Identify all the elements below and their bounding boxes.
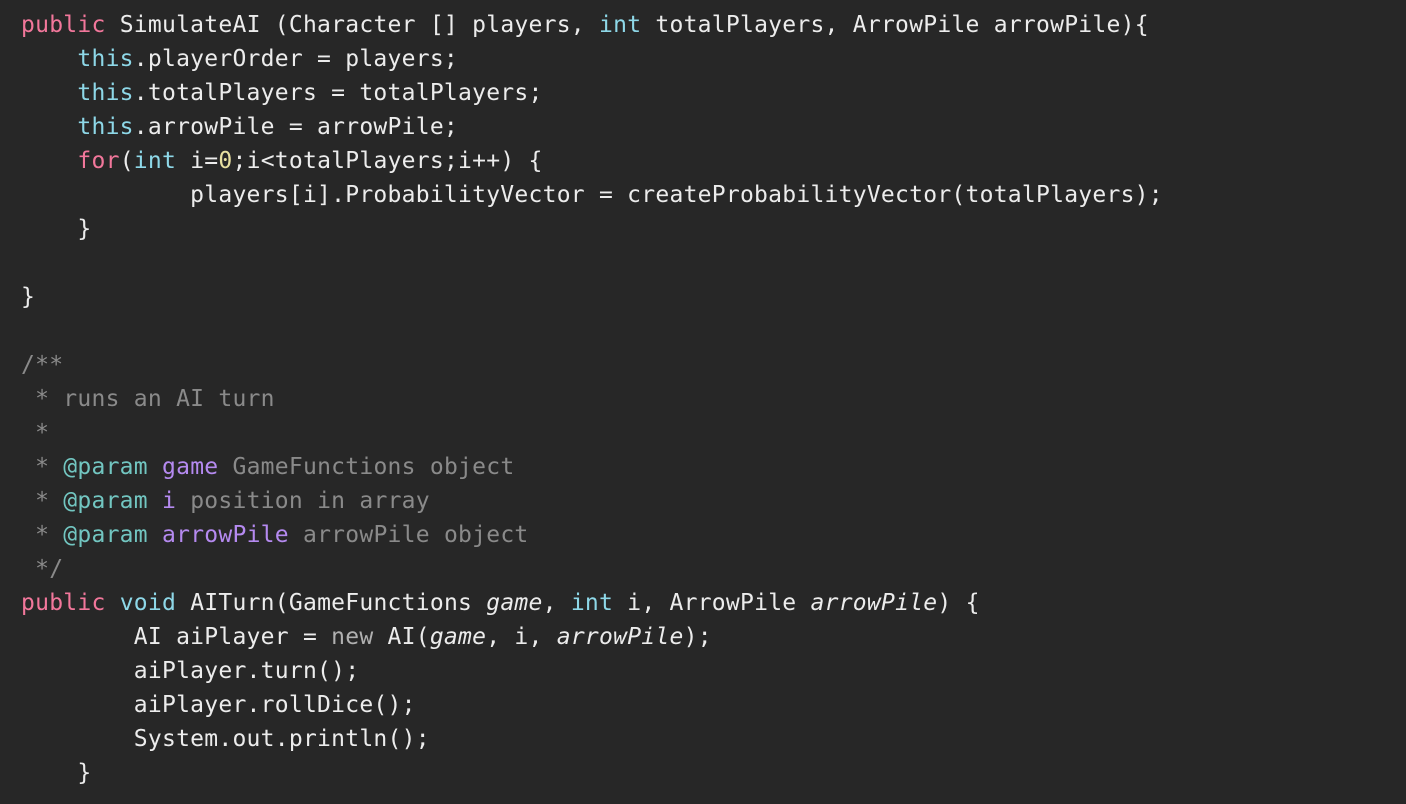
- code-line[interactable]: aiPlayer.rollDice();: [21, 688, 1163, 722]
- code-token: aiPlayer.turn();: [21, 658, 360, 684]
- code-token: * runs an AI turn: [21, 386, 275, 412]
- code-line[interactable]: */: [21, 552, 1163, 586]
- code-token: public: [21, 590, 106, 616]
- code-token: totalPlayers, ArrowPile arrowPile){: [641, 12, 1149, 38]
- code-editor[interactable]: public SimulateAI (Character [] players,…: [0, 0, 1406, 804]
- code-line[interactable]: * @param arrowPile arrowPile object: [21, 518, 1163, 552]
- code-line[interactable]: /**: [21, 348, 1163, 382]
- code-line[interactable]: }: [21, 280, 1163, 314]
- code-token: /**: [21, 352, 64, 378]
- code-token: @param: [63, 488, 148, 514]
- code-line[interactable]: this.playerOrder = players;: [21, 42, 1163, 76]
- code-line[interactable]: * runs an AI turn: [21, 382, 1163, 416]
- code-line[interactable]: [21, 246, 1163, 280]
- code-token: this: [77, 80, 134, 106]
- code-token: for: [77, 148, 120, 174]
- code-line[interactable]: for(int i=0;i<totalPlayers;i++) {: [21, 144, 1163, 178]
- code-token: int: [570, 590, 614, 616]
- code-line[interactable]: * @param i position in array: [21, 484, 1163, 518]
- code-line[interactable]: aiPlayer.turn();: [21, 654, 1163, 688]
- code-line[interactable]: AI aiPlayer = new AI(game, i, arrowPile)…: [21, 620, 1163, 654]
- code-token: }: [21, 284, 36, 310]
- code-token: int: [599, 12, 642, 38]
- code-token: aiPlayer.rollDice();: [21, 692, 416, 718]
- code-token: ) {: [937, 590, 980, 616]
- code-line[interactable]: public void AITurn(GameFunctions game, i…: [21, 586, 1163, 620]
- code-token: i=: [176, 148, 219, 174]
- code-line[interactable]: }: [21, 756, 1163, 790]
- code-token: (: [119, 148, 134, 174]
- code-token: arrowPile: [556, 624, 684, 650]
- code-token: i, ArrowPile: [613, 590, 811, 616]
- code-token: .playerOrder = players;: [133, 46, 459, 72]
- code-line[interactable]: public SimulateAI (Character [] players,…: [21, 8, 1163, 42]
- code-line[interactable]: }: [21, 212, 1163, 246]
- code-token: void: [119, 590, 177, 616]
- code-token: new: [331, 624, 374, 650]
- code-token: .totalPlayers = totalPlayers;: [133, 80, 543, 106]
- code-token: }: [21, 760, 92, 786]
- code-token: public: [21, 12, 106, 38]
- code-token: ,: [542, 590, 571, 616]
- code-token: arrowPile: [810, 590, 938, 616]
- code-token: GameFunctions object: [218, 454, 515, 480]
- code-token: @param: [63, 454, 148, 480]
- code-token: position in array: [176, 488, 430, 514]
- code-token: */: [21, 556, 64, 582]
- code-token: players[i].ProbabilityVector = createPro…: [21, 182, 1163, 208]
- code-token: int: [133, 148, 177, 174]
- code-token: game: [162, 454, 219, 480]
- code-line[interactable]: this.totalPlayers = totalPlayers;: [21, 76, 1163, 110]
- code-token: arrowPile: [162, 522, 289, 548]
- code-token: *: [21, 420, 50, 446]
- code-token: 0: [218, 148, 233, 174]
- code-token: }: [21, 216, 92, 242]
- code-line[interactable]: *: [21, 416, 1163, 450]
- code-token: arrowPile object: [288, 522, 529, 548]
- code-token: *: [21, 454, 64, 480]
- code-token: ;i<totalPlayers;i++) {: [232, 148, 543, 174]
- code-token: .arrowPile = arrowPile;: [133, 114, 459, 140]
- code-line[interactable]: System.out.println();: [21, 722, 1163, 756]
- code-token: );: [683, 624, 712, 650]
- code-line[interactable]: [21, 314, 1163, 348]
- code-token: game: [486, 590, 543, 616]
- code-line[interactable]: this.arrowPile = arrowPile;: [21, 110, 1163, 144]
- code-token: System.out.println();: [21, 726, 430, 752]
- code-token: SimulateAI (Character [] players,: [105, 12, 599, 38]
- code-token: AI(: [373, 624, 430, 650]
- code-line[interactable]: * @param game GameFunctions object: [21, 450, 1163, 484]
- code-line[interactable]: players[i].ProbabilityVector = createPro…: [21, 178, 1163, 212]
- code-token: i: [162, 488, 177, 514]
- code-token: @param: [63, 522, 148, 548]
- code-token: this: [77, 114, 134, 140]
- code-token: *: [21, 522, 64, 548]
- code-token: , i,: [486, 624, 557, 650]
- code-view[interactable]: public SimulateAI (Character [] players,…: [21, 8, 1163, 790]
- code-token: game: [429, 624, 487, 650]
- code-token: this: [77, 46, 134, 72]
- code-token: AI aiPlayer =: [21, 624, 332, 650]
- code-token: AITurn(GameFunctions: [176, 590, 487, 616]
- code-token: *: [21, 488, 64, 514]
